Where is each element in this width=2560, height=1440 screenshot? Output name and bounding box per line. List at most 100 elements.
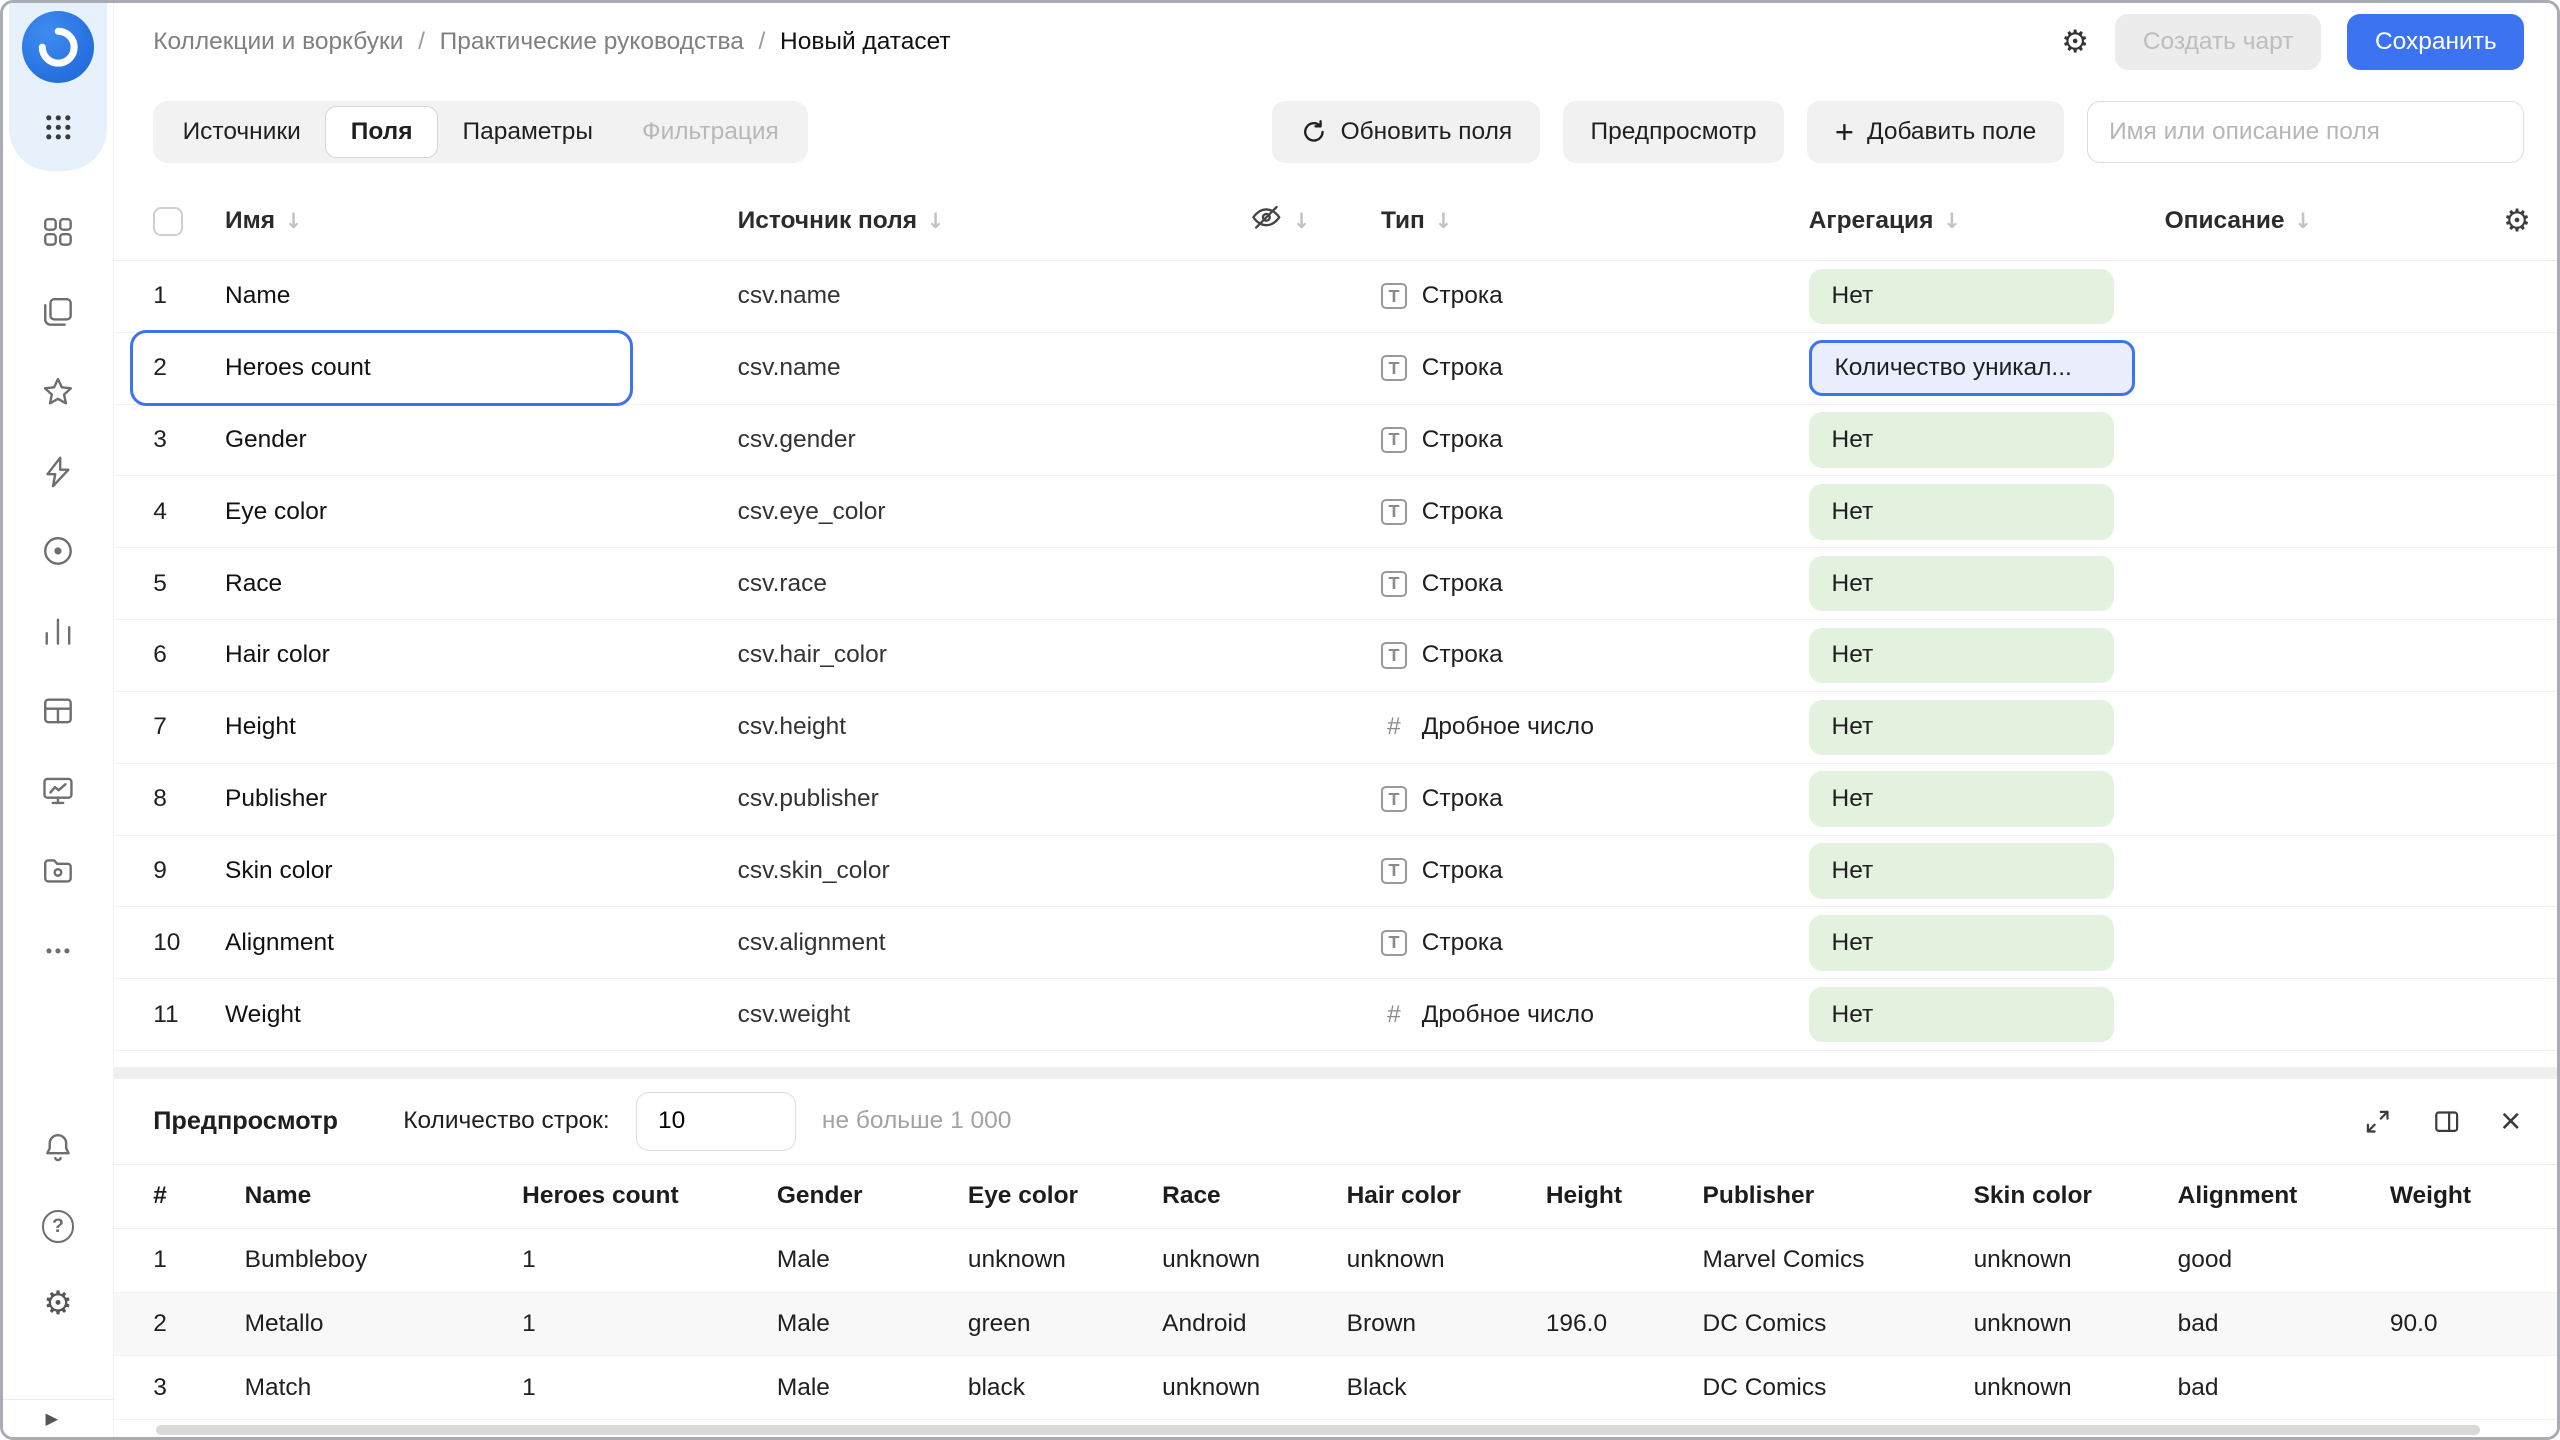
field-name[interactable]: Heroes count	[225, 354, 738, 382]
sort-arrow-icon[interactable]: ↓	[927, 209, 945, 234]
field-name[interactable]: Alignment	[225, 929, 738, 957]
aggregation-select[interactable]: Нет	[1809, 628, 2114, 684]
select-all-checkbox[interactable]	[153, 207, 182, 236]
preview-cell: green	[968, 1310, 1162, 1338]
save-button[interactable]: Сохранить	[2347, 14, 2524, 70]
column-header-name[interactable]: Имя ↓	[225, 207, 738, 235]
dataset-settings-gear-icon[interactable]: ⚙	[2061, 27, 2089, 58]
field-name[interactable]: Name	[225, 282, 738, 310]
preview-toggle-button[interactable]: Предпросмотр	[1563, 101, 1785, 163]
field-row[interactable]: 3Gendercsv.genderTСтрокаНет	[114, 405, 2557, 477]
field-name[interactable]: Race	[225, 570, 738, 598]
field-type-cell[interactable]: TСтрока	[1381, 354, 1809, 382]
panel-divider[interactable]	[114, 1067, 2557, 1078]
aggregation-select[interactable]: Количество уникал...	[1809, 340, 2136, 396]
more-icon[interactable]	[40, 933, 76, 969]
field-row[interactable]: 4Eye colorcsv.eye_colorTСтрокаНет	[114, 476, 2557, 548]
field-name[interactable]: Hair color	[225, 641, 738, 669]
sort-arrow-icon[interactable]: ↓	[1435, 209, 1453, 234]
field-aggregation-cell: Нет	[1809, 915, 2165, 971]
field-row[interactable]: 7Heightcsv.height#Дробное числоНет	[114, 692, 2557, 764]
aggregation-select[interactable]: Нет	[1809, 556, 2114, 612]
favorites-star-icon[interactable]	[40, 374, 76, 410]
field-row[interactable]: 9Skin colorcsv.skin_colorTСтрокаНет	[114, 836, 2557, 908]
charts-icon[interactable]	[40, 613, 76, 649]
datasets-icon[interactable]	[40, 533, 76, 569]
field-type-cell[interactable]: TСтрока	[1381, 426, 1809, 454]
column-header-type[interactable]: Тип ↓	[1381, 207, 1809, 235]
field-name[interactable]: Height	[225, 713, 738, 741]
expand-icon[interactable]	[2363, 1107, 2392, 1136]
field-type-cell[interactable]: TСтрока	[1381, 282, 1809, 310]
sort-arrow-icon[interactable]: ↓	[2294, 209, 2312, 234]
add-field-button[interactable]: + Добавить поле	[1807, 101, 2064, 163]
field-type-cell[interactable]: #Дробное число	[1381, 713, 1809, 741]
tables-icon[interactable]	[40, 693, 76, 729]
field-row[interactable]: 2Heroes countcsv.nameTСтрокаКоличество у…	[114, 333, 2557, 405]
field-row[interactable]: 1Namecsv.nameTСтрокаНет	[114, 261, 2557, 333]
field-type-cell[interactable]: TСтрока	[1381, 498, 1809, 526]
table-settings-gear-icon[interactable]: ⚙	[2503, 206, 2531, 237]
aggregation-select[interactable]: Нет	[1809, 987, 2114, 1043]
collections-icon[interactable]	[40, 294, 76, 330]
field-source: csv.publisher	[738, 785, 1251, 813]
aggregation-select[interactable]: Нет	[1809, 269, 2114, 325]
help-icon[interactable]: ?	[42, 1210, 75, 1243]
tab-fields[interactable]: Поля	[325, 106, 438, 158]
field-type-cell[interactable]: TСтрока	[1381, 641, 1809, 669]
aggregation-select[interactable]: Нет	[1809, 771, 2114, 827]
column-header-description[interactable]: Описание ↓	[2165, 207, 2473, 235]
dashboards-icon[interactable]	[40, 773, 76, 809]
create-chart-button[interactable]: Создать чарт	[2115, 14, 2321, 70]
field-row[interactable]: 8Publishercsv.publisherTСтрокаНет	[114, 764, 2557, 836]
column-header-aggregation[interactable]: Агрегация ↓	[1809, 207, 2165, 235]
widgets-icon[interactable]	[40, 214, 76, 250]
field-type-cell[interactable]: TСтрока	[1381, 785, 1809, 813]
column-header-visibility[interactable]: ↓	[1250, 201, 1381, 241]
aggregation-select[interactable]: Нет	[1809, 484, 2114, 540]
aggregation-select[interactable]: Нет	[1809, 843, 2114, 899]
notifications-bell-icon[interactable]	[40, 1130, 76, 1166]
field-name[interactable]: Eye color	[225, 498, 738, 526]
field-row[interactable]: 6Hair colorcsv.hair_colorTСтрокаНет	[114, 620, 2557, 692]
sort-arrow-icon[interactable]: ↓	[1943, 209, 1961, 234]
row-count-input[interactable]	[636, 1092, 796, 1151]
field-row[interactable]: 5Racecsv.raceTСтрокаНет	[114, 548, 2557, 620]
tab-parameters[interactable]: Параметры	[438, 106, 617, 158]
field-type-cell[interactable]: #Дробное число	[1381, 1001, 1809, 1029]
field-name[interactable]: Skin color	[225, 857, 738, 885]
storage-icon[interactable]	[40, 853, 76, 889]
eye-off-icon[interactable]	[1250, 201, 1283, 241]
connections-icon[interactable]	[40, 454, 76, 490]
datalens-logo-icon[interactable]	[22, 11, 94, 83]
breadcrumb-collections[interactable]: Коллекции и воркбуки	[153, 28, 403, 56]
field-row[interactable]: 11Weightcsv.weight#Дробное числоНет	[114, 979, 2557, 1051]
aggregation-select[interactable]: Нет	[1809, 915, 2114, 971]
row-count-hint: не больше 1 000	[822, 1107, 1011, 1135]
aggregation-select[interactable]: Нет	[1809, 700, 2114, 756]
field-search-input[interactable]	[2087, 101, 2525, 163]
close-icon[interactable]: ×	[2500, 1103, 2521, 1139]
scrollbar-thumb[interactable]	[156, 1425, 2480, 1435]
sidebar-collapse-button[interactable]: ▶	[3, 1399, 113, 1437]
refresh-fields-button[interactable]: Обновить поля	[1272, 101, 1540, 163]
split-view-icon[interactable]	[2432, 1107, 2461, 1136]
apps-grid-icon[interactable]	[40, 109, 76, 145]
field-type: Строка	[1422, 498, 1503, 526]
field-name[interactable]: Publisher	[225, 785, 738, 813]
field-source: csv.race	[738, 570, 1251, 598]
field-type: Строка	[1422, 641, 1503, 669]
breadcrumb-workbook[interactable]: Практические руководства	[440, 28, 744, 56]
field-name[interactable]: Gender	[225, 426, 738, 454]
aggregation-select[interactable]: Нет	[1809, 412, 2114, 468]
tab-sources[interactable]: Источники	[158, 106, 325, 158]
field-name[interactable]: Weight	[225, 1001, 738, 1029]
settings-gear-icon[interactable]: ⚙	[43, 1287, 72, 1320]
field-type-cell[interactable]: TСтрока	[1381, 929, 1809, 957]
column-header-source[interactable]: Источник поля ↓	[738, 207, 1251, 235]
field-row[interactable]: 10Alignmentcsv.alignmentTСтрокаНет	[114, 907, 2557, 979]
field-type-cell[interactable]: TСтрока	[1381, 857, 1809, 885]
sort-arrow-icon[interactable]: ↓	[285, 209, 303, 234]
sort-arrow-icon[interactable]: ↓	[1293, 209, 1311, 234]
field-type-cell[interactable]: TСтрока	[1381, 570, 1809, 598]
